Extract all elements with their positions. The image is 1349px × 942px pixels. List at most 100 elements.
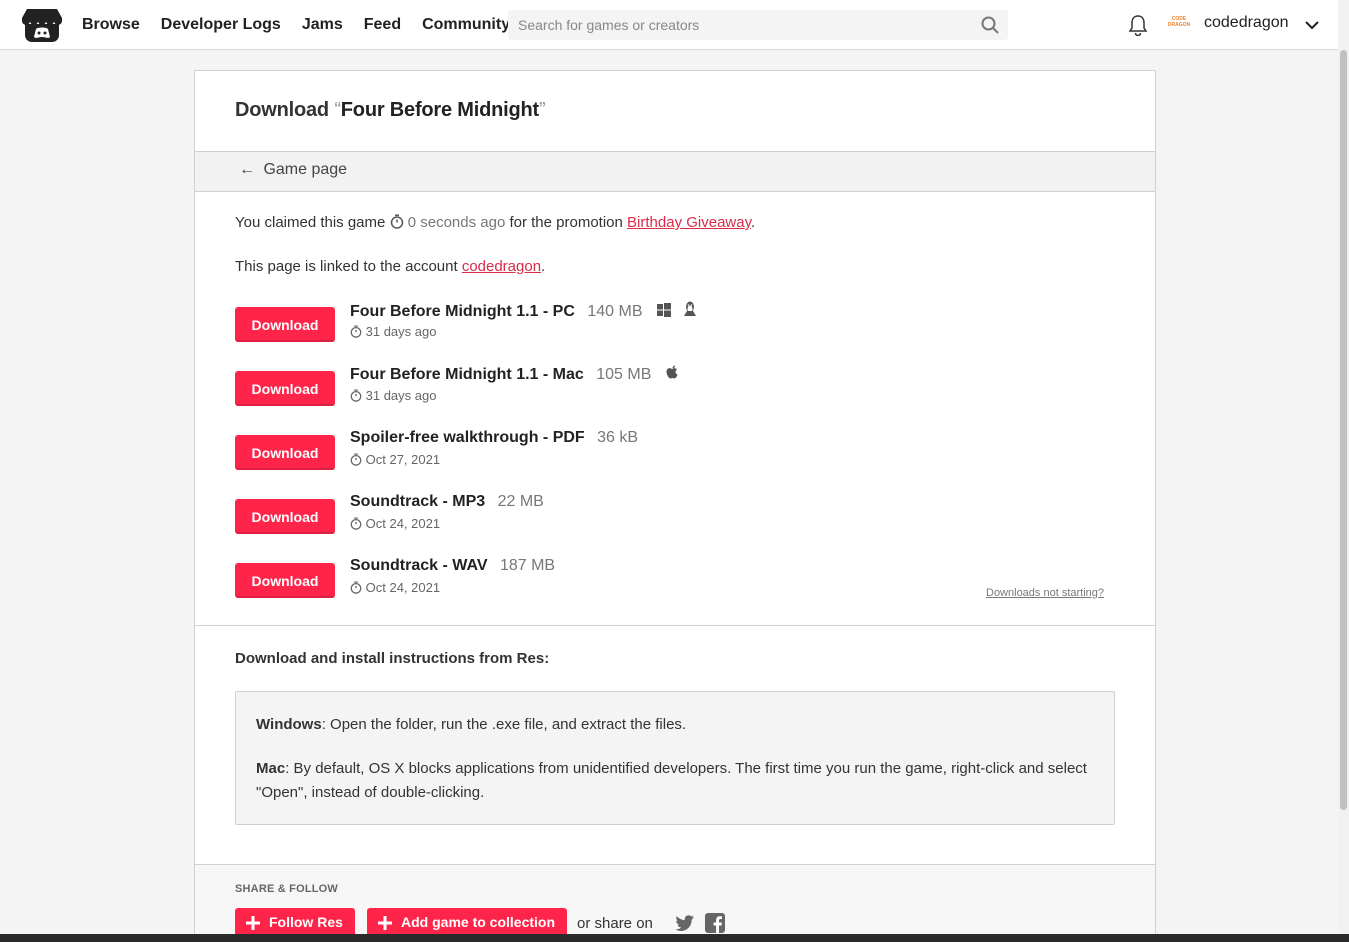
plus-icon <box>378 916 392 930</box>
upload-name: Soundtrack - MP3 22 MB <box>350 493 544 511</box>
facebook-icon[interactable] <box>705 913 725 933</box>
game-page-back-link[interactable]: ← Game page <box>195 152 1155 192</box>
close-quote: ” <box>538 99 546 121</box>
download-row: Download Four Before Midnight 1.1 - PC 1… <box>235 301 1115 342</box>
nav-browse[interactable]: Browse <box>82 16 140 34</box>
upload-name: Spoiler-free walkthrough - PDF 36 kB <box>350 429 638 447</box>
download-button[interactable]: Download <box>235 435 335 470</box>
upload-title: Soundtrack - MP3 <box>350 493 486 510</box>
search-bar <box>508 10 1008 40</box>
claim-text: You claimed this game <box>235 214 386 231</box>
mac-text: : By default, OS X blocks applications f… <box>256 760 1087 801</box>
upload-date: Oct 27, 2021 <box>350 452 440 467</box>
top-header: Browse Developer Logs Jams Feed Communit… <box>0 0 1338 50</box>
page-title: Download “Four Before Midnight” <box>235 99 1155 122</box>
upload-name: Soundtrack - WAV 187 MB <box>350 557 555 575</box>
upload-date: Oct 24, 2021 <box>350 580 440 595</box>
download-row: Download Four Before Midnight 1.1 - Mac … <box>235 365 1115 406</box>
back-label: Game page <box>263 161 348 178</box>
upload-title: Four Before Midnight 1.1 - Mac <box>350 366 584 383</box>
scrollbar[interactable] <box>1338 0 1349 934</box>
nav-developer-logs[interactable]: Developer Logs <box>161 16 281 34</box>
search-input[interactable] <box>508 10 1008 40</box>
upload-title: Four Before Midnight 1.1 - PC <box>350 303 575 320</box>
windows-label: Windows <box>256 716 322 733</box>
title-prefix: Download <box>235 99 329 121</box>
share-follow-section: SHARE & FOLLOW Follow Res Add game to co… <box>195 864 1155 942</box>
mac-label: Mac <box>256 760 286 777</box>
download-button[interactable]: Download <box>235 307 335 342</box>
twitter-icon[interactable] <box>675 913 695 933</box>
windows-instructions: Windows: Open the folder, run the .exe f… <box>256 713 1094 737</box>
main-nav: Browse Developer Logs Jams Feed Communit… <box>82 0 531 50</box>
follow-label: Follow Res <box>269 914 343 930</box>
windows-icon <box>656 303 671 317</box>
upload-size: 140 MB <box>587 303 643 320</box>
upload-date: Oct 24, 2021 <box>350 516 440 531</box>
linked-account-line: This page is linked to the account coded… <box>235 258 545 275</box>
stopwatch-icon <box>350 581 362 594</box>
taskbar-strip <box>0 934 1349 942</box>
linked-text: This page is linked to the account <box>235 258 458 275</box>
scrollbar-thumb[interactable] <box>1340 50 1347 810</box>
download-page-card: Download “Four Before Midnight” ← Game p… <box>194 70 1156 942</box>
instructions-heading: Download and install instructions from R… <box>235 650 550 667</box>
linux-icon <box>684 301 697 316</box>
stopwatch-icon <box>390 214 403 229</box>
upload-title: Spoiler-free walkthrough - PDF <box>350 429 585 446</box>
upload-date-text: Oct 27, 2021 <box>365 452 441 467</box>
share-heading: SHARE & FOLLOW <box>235 883 339 895</box>
upload-date-text: Oct 24, 2021 <box>365 580 441 595</box>
arrow-left-icon: ← <box>239 161 255 178</box>
claim-time: 0 seconds ago <box>407 214 506 231</box>
upload-size: 187 MB <box>499 557 556 574</box>
stopwatch-icon <box>350 325 362 338</box>
claim-after: . <box>751 214 756 231</box>
upload-size: 36 kB <box>597 429 639 446</box>
mac-instructions: Mac: By default, OS X blocks application… <box>256 757 1094 805</box>
upload-size: 22 MB <box>497 493 544 510</box>
nav-jams[interactable]: Jams <box>302 16 343 34</box>
upload-date-text: Oct 24, 2021 <box>365 516 441 531</box>
upload-date: 31 days ago <box>350 388 436 403</box>
itch-logo-icon[interactable] <box>22 7 62 43</box>
apple-icon <box>666 365 678 379</box>
instructions-box: Windows: Open the folder, run the .exe f… <box>235 691 1115 825</box>
download-row: Download Soundtrack - MP3 22 MB Oct 24, … <box>235 493 1115 534</box>
download-button[interactable]: Download <box>235 499 335 534</box>
upload-name: Four Before Midnight 1.1 - PC 140 MB <box>350 301 697 321</box>
upload-date: 31 days ago <box>350 324 436 339</box>
share-on-text: or share on <box>577 915 653 932</box>
claim-line: You claimed this game 0 seconds ago for … <box>235 214 755 231</box>
linked-after: . <box>541 258 546 275</box>
windows-text: : Open the folder, run the .exe file, an… <box>321 716 687 733</box>
download-row: Download Spoiler-free walkthrough - PDF … <box>235 429 1115 470</box>
upload-size: 105 MB <box>596 366 652 383</box>
claim-middle: for the promotion <box>509 214 623 231</box>
stopwatch-icon <box>350 389 362 402</box>
download-button[interactable]: Download <box>235 371 335 406</box>
install-instructions-section: Download and install instructions from R… <box>195 625 1155 825</box>
title-area: Download “Four Before Midnight” <box>195 71 1155 152</box>
search-icon[interactable] <box>981 16 999 34</box>
upload-date-text: 31 days ago <box>365 324 437 339</box>
nav-feed[interactable]: Feed <box>364 16 401 34</box>
upload-title: Soundtrack - WAV <box>350 557 488 574</box>
notification-bell-icon[interactable] <box>1128 14 1148 36</box>
upload-date-text: 31 days ago <box>365 388 437 403</box>
upload-name: Four Before Midnight 1.1 - Mac 105 MB <box>350 365 679 384</box>
promotion-link[interactable]: Birthday Giveaway <box>627 214 751 231</box>
avatar[interactable]: CODE DRAGON <box>1166 13 1192 37</box>
plus-icon <box>246 916 260 930</box>
username[interactable]: codedragon <box>1204 14 1289 32</box>
downloads-not-starting-link[interactable]: Downloads not starting? <box>986 587 1104 599</box>
game-title: Four Before Midnight <box>340 99 539 121</box>
nav-community[interactable]: Community <box>422 16 510 34</box>
download-row: Download Soundtrack - WAV 187 MB Oct 24,… <box>235 557 1115 598</box>
account-link[interactable]: codedragon <box>462 258 541 275</box>
stopwatch-icon <box>350 453 362 466</box>
collection-label: Add game to collection <box>401 914 556 930</box>
chevron-down-icon[interactable] <box>1305 18 1319 32</box>
download-button[interactable]: Download <box>235 563 335 598</box>
stopwatch-icon <box>350 517 362 530</box>
